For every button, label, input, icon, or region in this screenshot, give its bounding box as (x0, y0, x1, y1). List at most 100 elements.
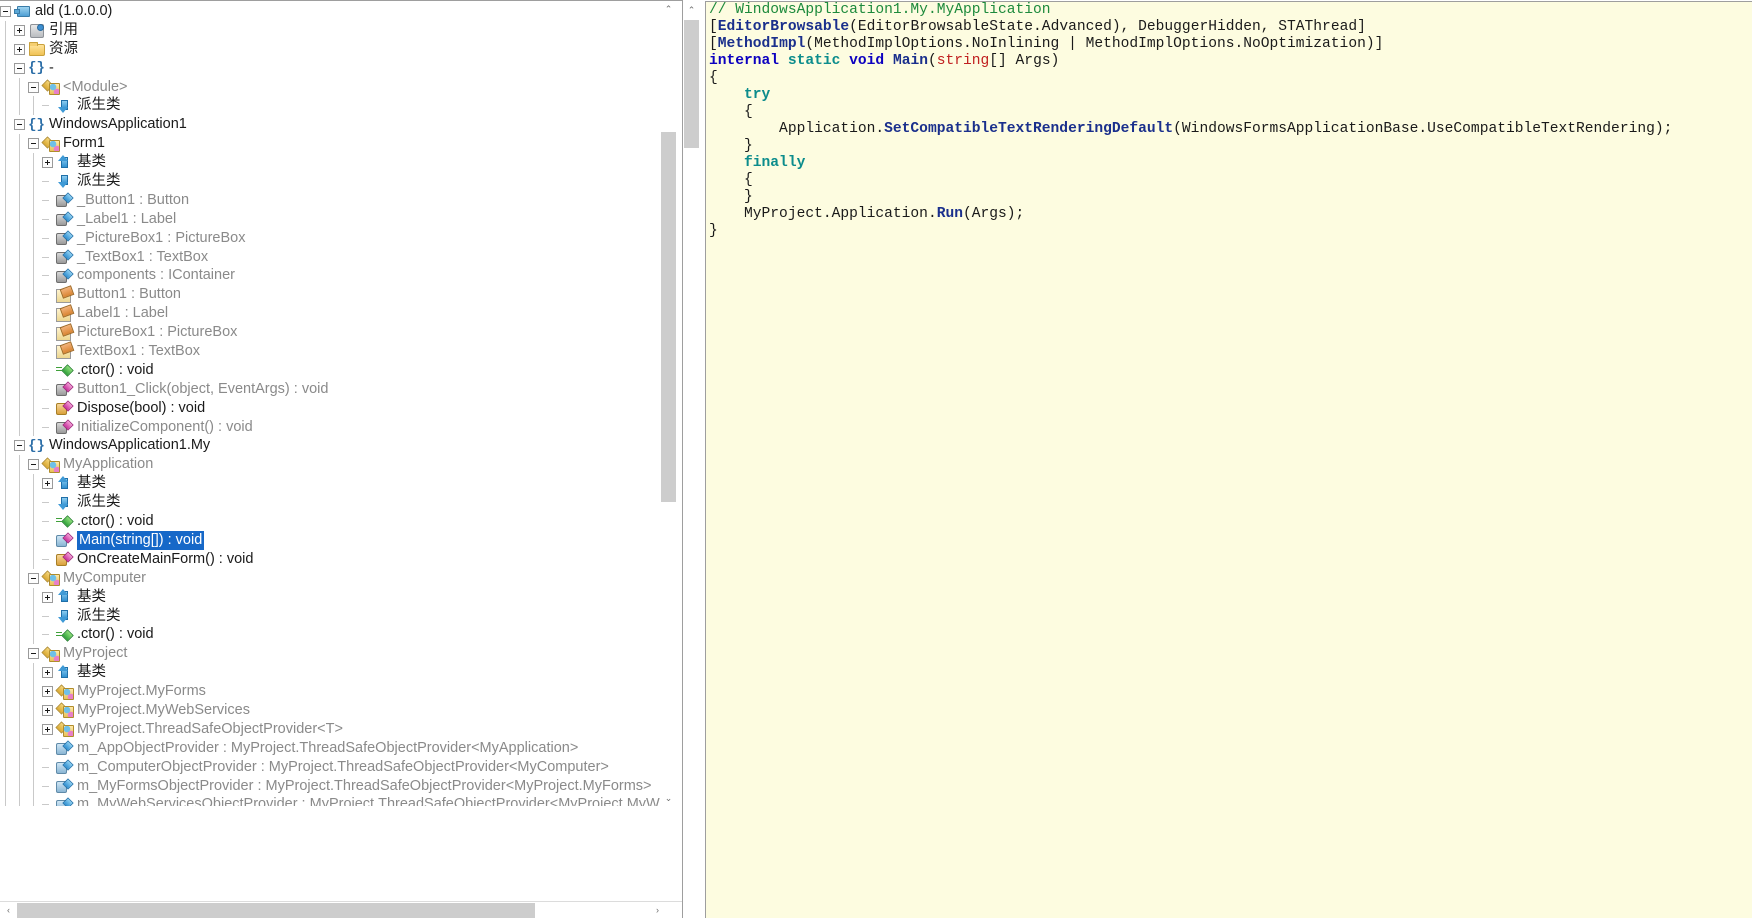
tree-node[interactable]: .ctor() : void (0, 360, 660, 380)
tree-node[interactable]: m_ComputerObjectProvider : MyProject.Thr… (0, 757, 660, 777)
tree-indent-guide (0, 776, 14, 796)
tree-node[interactable]: 基类 (0, 663, 660, 682)
tree-node[interactable]: 派生类 (0, 606, 660, 626)
tree-node[interactable]: .ctor() : void (0, 512, 660, 531)
derived-icon (56, 173, 73, 189)
tree-node[interactable]: m_MyFormsObjectProvider : MyProject.Thre… (0, 776, 660, 796)
tree-horizontal-scrollbar[interactable]: ‹ › (0, 901, 682, 918)
tree-node[interactable]: 派生类 (0, 172, 660, 191)
tree-node[interactable]: {} WindowsApplication1.My (0, 436, 660, 456)
tree-node[interactable]: Label1 : Label (0, 304, 660, 324)
tree-node[interactable]: Main(string[]) : void (0, 530, 660, 550)
field-icon (56, 230, 73, 246)
collapse-icon[interactable] (28, 459, 39, 471)
tree-node[interactable]: components : IContainer (0, 266, 660, 286)
tree-vertical-scrollbar[interactable]: ⌃ ⌄ (661, 2, 676, 806)
method-o-icon (56, 551, 73, 567)
tree-node-label: <Module> (63, 78, 128, 95)
scroll-up-icon[interactable]: ⌃ (661, 2, 676, 17)
tree-node[interactable]: Button1_Click(object, EventArgs) : void (0, 379, 660, 399)
tree-node-label: MyApplication (63, 456, 154, 473)
expand-icon[interactable] (42, 686, 53, 697)
tree-indent-guide (0, 134, 14, 154)
tree-horizontal-scroll-thumb[interactable] (17, 903, 535, 918)
assembly-tree[interactable]: ald (1.0.0.0) 引用 资源{} - <Module> 派生类{} Windows… (0, 2, 660, 806)
collapse-icon[interactable] (14, 440, 25, 452)
expand-icon[interactable] (14, 24, 25, 36)
code-token: } (709, 138, 753, 154)
tree-vertical-scroll-thumb[interactable] (661, 132, 676, 502)
collapse-icon[interactable] (14, 119, 25, 131)
collapse-icon[interactable] (0, 5, 11, 17)
tree-indent-guide (0, 304, 14, 324)
expand-icon[interactable] (42, 478, 53, 490)
tree-node[interactable]: 派生类 (0, 493, 660, 512)
class-icon (42, 457, 60, 473)
code-token: SetCompatibleTextRenderingDefault (884, 121, 1174, 137)
scroll-up-icon[interactable]: ⌃ (684, 3, 699, 18)
collapse-icon[interactable] (28, 81, 39, 93)
tree-indent-guide (28, 323, 42, 342)
tree-indent-guide (14, 172, 28, 191)
tree-node-label: ald (1.0.0.0) (35, 3, 113, 19)
tree-node[interactable]: MyProject.MyWebServices (0, 700, 660, 720)
tree-node[interactable]: 基类 (0, 153, 660, 172)
tree-node-label: 基类 (77, 154, 106, 171)
tree-node[interactable]: OnCreateMainForm() : void (0, 549, 660, 569)
scroll-right-icon[interactable]: › (650, 903, 665, 918)
code-vertical-scroll-thumb[interactable] (684, 20, 699, 148)
expand-icon[interactable] (42, 591, 53, 603)
expand-icon[interactable] (42, 723, 53, 735)
tree-node[interactable]: MyComputer (0, 568, 660, 588)
tree-node[interactable]: .ctor() : void (0, 625, 660, 645)
tree-indent-guide (14, 644, 28, 664)
tree-indent-guide (28, 757, 42, 777)
tree-connector (42, 191, 56, 210)
tree-indent-guide (0, 285, 14, 305)
tree-node[interactable]: _TextBox1 : TextBox (0, 247, 660, 267)
tree-node[interactable]: m_MyWebServicesObjectProvider : MyProjec… (0, 795, 660, 806)
scroll-left-icon[interactable]: ‹ (1, 903, 16, 918)
tree-node[interactable]: MyApplication (0, 455, 660, 475)
scroll-down-icon[interactable]: ⌄ (661, 791, 676, 806)
tree-node[interactable]: 派生类 (0, 96, 660, 116)
class-icon (42, 570, 60, 587)
code-vertical-scrollbar[interactable]: ⌃ (683, 2, 700, 807)
tree-node[interactable]: 引用 (0, 20, 660, 40)
tree-indent-guide (0, 20, 14, 40)
collapse-icon[interactable] (28, 138, 39, 150)
expand-icon[interactable] (14, 43, 25, 55)
expand-icon[interactable] (42, 667, 53, 679)
tree-node[interactable]: Dispose(bool) : void (0, 398, 660, 418)
ctor-icon (56, 513, 73, 529)
tree-node[interactable]: _PictureBox1 : PictureBox (0, 228, 660, 248)
tree-node[interactable]: Button1 : Button (0, 285, 660, 305)
tree-node[interactable]: m_AppObjectProvider : MyProject.ThreadSa… (0, 738, 660, 758)
tree-node-label: 派生类 (77, 607, 121, 624)
tree-node[interactable]: 基类 (0, 474, 660, 494)
decompiled-source-code[interactable]: // WindowsApplication1.My.MyApplication[… (705, 1, 1752, 918)
tree-node[interactable]: _Button1 : Button (0, 190, 660, 210)
tree-connector (42, 304, 56, 323)
tree-node[interactable]: ald (1.0.0.0) (0, 2, 660, 21)
tree-node[interactable]: MyProject.ThreadSafeObjectProvider<T> (0, 719, 660, 739)
tree-node[interactable]: MyProject.MyForms (0, 682, 660, 701)
expand-icon[interactable] (42, 704, 53, 716)
collapse-icon[interactable] (14, 62, 25, 74)
tree-connector (42, 777, 56, 796)
tree-indent-guide (28, 398, 42, 418)
tree-node[interactable]: MyProject (0, 644, 660, 664)
tree-node[interactable]: {} WindowsApplication1 (0, 115, 660, 135)
collapse-icon[interactable] (28, 648, 39, 660)
tree-node[interactable]: _Label1 : Label (0, 209, 660, 229)
tree-node[interactable]: TextBox1 : TextBox (0, 342, 660, 361)
tree-node[interactable]: Form1 (0, 134, 660, 154)
tree-node[interactable]: <Module> (0, 77, 660, 97)
tree-node[interactable]: 资源 (0, 39, 660, 59)
tree-node[interactable]: PictureBox1 : PictureBox (0, 323, 660, 342)
tree-node[interactable]: {} - (0, 58, 660, 78)
tree-node[interactable]: 基类 (0, 587, 660, 607)
tree-node[interactable]: InitializeComponent() : void (0, 417, 660, 437)
expand-icon[interactable] (42, 157, 53, 169)
collapse-icon[interactable] (28, 572, 39, 584)
